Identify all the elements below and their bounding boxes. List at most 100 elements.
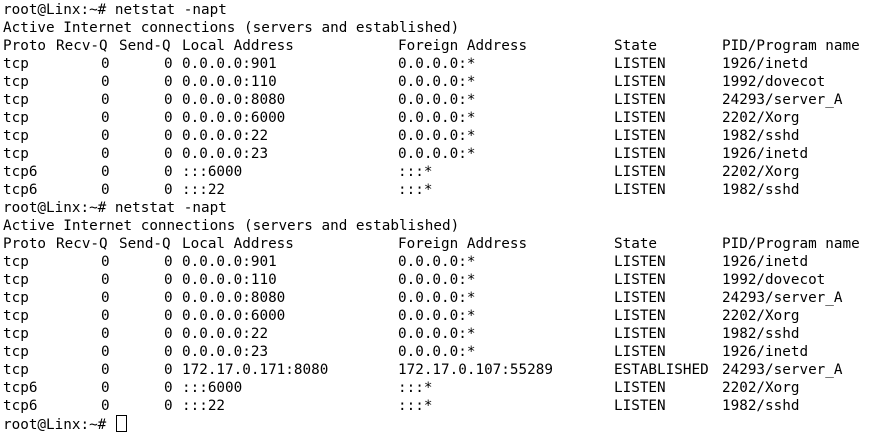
cell-state: ESTABLISHED [614,362,709,378]
prompt-text: root@Linx:~# netstat -napt [3,200,227,216]
cell-foreign-address: 0.0.0.0:* [398,74,476,90]
command-text: netstat -napt [114,2,227,18]
cell-state: LISTEN [614,146,666,162]
table-row: tcp 0 0 0.0.0.0:8080 0.0.0.0:* LISTEN 24293/se… [0,91,872,109]
header-proto: Proto [3,38,47,54]
header-pid-program: PID/Program name [722,38,860,54]
cell-state: LISTEN [614,92,666,108]
header-foreign-address: Foreign Address [398,38,528,54]
cell-recvq: 0 [101,254,110,270]
table-row: tcp 0 0 0.0.0.0:22 0.0.0.0:* LISTEN 1982/sshd [0,325,872,343]
cell-state: LISTEN [614,164,666,180]
header-recvq: Recv-Q [56,236,108,252]
cell-local-address: :::6000 [182,380,243,396]
cell-recvq: 0 [101,56,110,72]
cell-proto: tcp [3,362,29,378]
cell-proto: tcp6 [3,182,38,198]
cell-local-address: 0.0.0.0:6000 [182,110,286,126]
cell-proto: tcp [3,290,29,306]
cell-local-address: :::22 [182,398,226,414]
cell-sendq: 0 [164,290,173,306]
command-text: netstat -napt [114,200,227,216]
cell-foreign-address: 0.0.0.0:* [398,344,476,360]
cell-pid-program: 1992/dovecot [722,74,826,90]
cell-local-address: 172.17.0.171:8080 [182,362,329,378]
section-title: Active Internet connections (servers and… [0,217,872,235]
cell-foreign-address: 0.0.0.0:* [398,128,476,144]
cell-pid-program: 1926/inetd [722,146,809,162]
cell-recvq: 0 [101,398,110,414]
table-row: tcp 0 0 0.0.0.0:901 0.0.0.0:* LISTEN 1926/inet… [0,253,872,271]
cell-foreign-address: 0.0.0.0:* [398,146,476,162]
active-prompt-line[interactable]: root@Linx:~# [0,415,872,433]
table-row: tcp 0 0 0.0.0.0:23 0.0.0.0:* LISTEN 1926/inetd [0,343,872,361]
cell-proto: tcp [3,128,29,144]
table-row: tcp 0 0 0.0.0.0:22 0.0.0.0:* LISTEN 1982/sshd [0,127,872,145]
cell-proto: tcp [3,344,29,360]
cell-state: LISTEN [614,182,666,198]
cell-foreign-address: :::* [398,398,433,414]
header-proto: Proto [3,236,47,252]
text-cursor[interactable] [115,415,127,432]
cell-recvq: 0 [101,308,110,324]
cell-sendq: 0 [164,254,173,270]
cell-foreign-address: :::* [398,164,433,180]
cell-sendq: 0 [164,56,173,72]
cell-foreign-address: 0.0.0.0:* [398,272,476,288]
table-row: tcp 0 0 0.0.0.0:901 0.0.0.0:* LISTEN 1926/inet… [0,55,872,73]
header-local-address: Local Address [182,236,294,252]
cell-recvq: 0 [101,182,110,198]
cell-state: LISTEN [614,272,666,288]
cell-local-address: 0.0.0.0:110 [182,74,277,90]
cell-proto: tcp [3,92,29,108]
cell-recvq: 0 [101,362,110,378]
cell-state: LISTEN [614,308,666,324]
cell-recvq: 0 [101,92,110,108]
cell-proto: tcp [3,146,29,162]
table-row: tcp6 0 0:::22:::* LISTEN 1982/sshd [0,397,872,415]
cell-state: LISTEN [614,254,666,270]
cell-foreign-address: 0.0.0.0:* [398,308,476,324]
cell-sendq: 0 [164,398,173,414]
cell-state: LISTEN [614,380,666,396]
cell-recvq: 0 [101,146,110,162]
cell-local-address: 0.0.0.0:22 [182,326,269,342]
table-header: Proto Recv-Q Send-Q Local Address Foreig… [0,235,872,253]
header-recvq: Recv-Q [56,38,108,54]
cell-local-address: 0.0.0.0:23 [182,344,269,360]
cell-sendq: 0 [164,164,173,180]
cell-recvq: 0 [101,164,110,180]
table-row: tcp6 0 0:::6000:::* LISTEN 2202/Xorg [0,379,872,397]
cell-proto: tcp6 [3,380,38,396]
cell-pid-program: 2202/Xorg [722,164,800,180]
cell-sendq: 0 [164,110,173,126]
table-row: tcp 0 0 0.0.0.0:110 0.0.0.0:* LISTEN 1992/dove… [0,271,872,289]
table-row: tcp 0 0 172.17.0.171:8080 172.17.0.107:55289… [0,361,872,379]
cell-proto: tcp [3,56,29,72]
table-row: tcp 0 0 0.0.0.0:6000 0.0.0.0:* LISTEN 2202/Xor… [0,109,872,127]
header-pid-program: PID/Program name [722,236,860,252]
table-header: Proto Recv-Q Send-Q Local Address Foreig… [0,37,872,55]
cell-recvq: 0 [101,110,110,126]
cell-local-address: 0.0.0.0:8080 [182,290,286,306]
cell-foreign-address: 0.0.0.0:* [398,326,476,342]
cell-local-address: 0.0.0.0:901 [182,56,277,72]
cell-local-address: 0.0.0.0:110 [182,272,277,288]
cell-foreign-address: 0.0.0.0:* [398,290,476,306]
section-title: Active Internet connections (servers and… [0,19,872,37]
cell-foreign-address: 0.0.0.0:* [398,92,476,108]
cell-local-address: 0.0.0.0:6000 [182,308,286,324]
cell-foreign-address: 0.0.0.0:* [398,56,476,72]
terminal-window[interactable]: root@Linx:~# netstat -napt Active Intern… [0,0,872,448]
cell-local-address: 0.0.0.0:901 [182,254,277,270]
cell-recvq: 0 [101,344,110,360]
table-row: tcp 0 0 0.0.0.0:6000 0.0.0.0:* LISTEN 2202/Xor… [0,307,872,325]
cell-local-address: 0.0.0.0:22 [182,128,269,144]
cell-pid-program: 2202/Xorg [722,308,800,324]
cell-state: LISTEN [614,128,666,144]
header-sendq: Send-Q [119,38,171,54]
cell-pid-program: 1926/inetd [722,254,809,270]
cell-pid-program: 2202/Xorg [722,110,800,126]
table-row: tcp6 0 0:::22:::* LISTEN 1982/sshd [0,181,872,199]
cell-recvq: 0 [101,128,110,144]
